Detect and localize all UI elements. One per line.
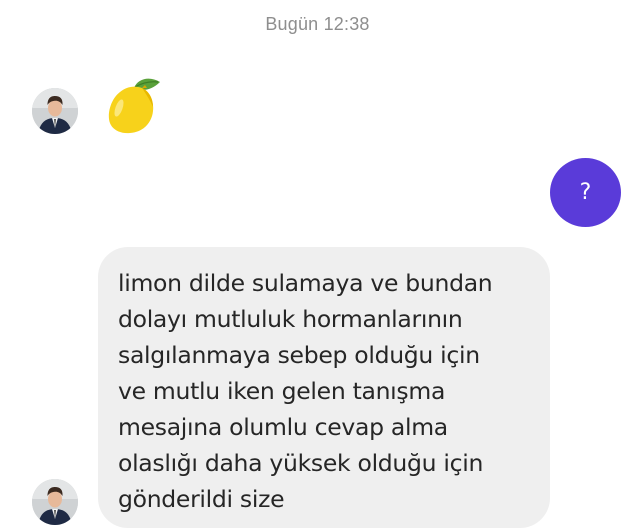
avatar-image (32, 88, 78, 134)
avatar-image (32, 479, 78, 525)
lemon-emoji-message[interactable] (104, 74, 162, 136)
message-line: olaslığı daha yüksek olduğu için (118, 449, 484, 477)
incoming-message-bubble[interactable]: limon dilde sulamaya ve bundan dolayı mu… (98, 247, 550, 528)
outgoing-message-bubble[interactable]: ? (550, 158, 621, 227)
message-line: dolayı mutluluk hormanlarının (118, 305, 463, 333)
sender-avatar[interactable] (32, 88, 78, 134)
lemon-icon (108, 78, 160, 134)
message-line: limon dilde sulamaya ve bundan (118, 269, 493, 297)
message-line: mesajına olumlu cevap alma (118, 413, 448, 441)
sender-avatar[interactable] (32, 479, 78, 525)
message-line: salgılanmaya sebep olduğu için (118, 341, 480, 369)
chat-thread: Bugün 12:38 ? limon dilde sulamaya ve bu… (0, 0, 635, 531)
thread-timestamp: Bugün 12:38 (265, 14, 370, 34)
outgoing-message-text: ? (579, 180, 592, 205)
message-line: gönderildi size (118, 485, 285, 513)
message-line: ve mutlu iken gelen tanışma (118, 377, 446, 405)
incoming-message-text: limon dilde sulamaya ve bundan dolayı mu… (118, 265, 530, 517)
